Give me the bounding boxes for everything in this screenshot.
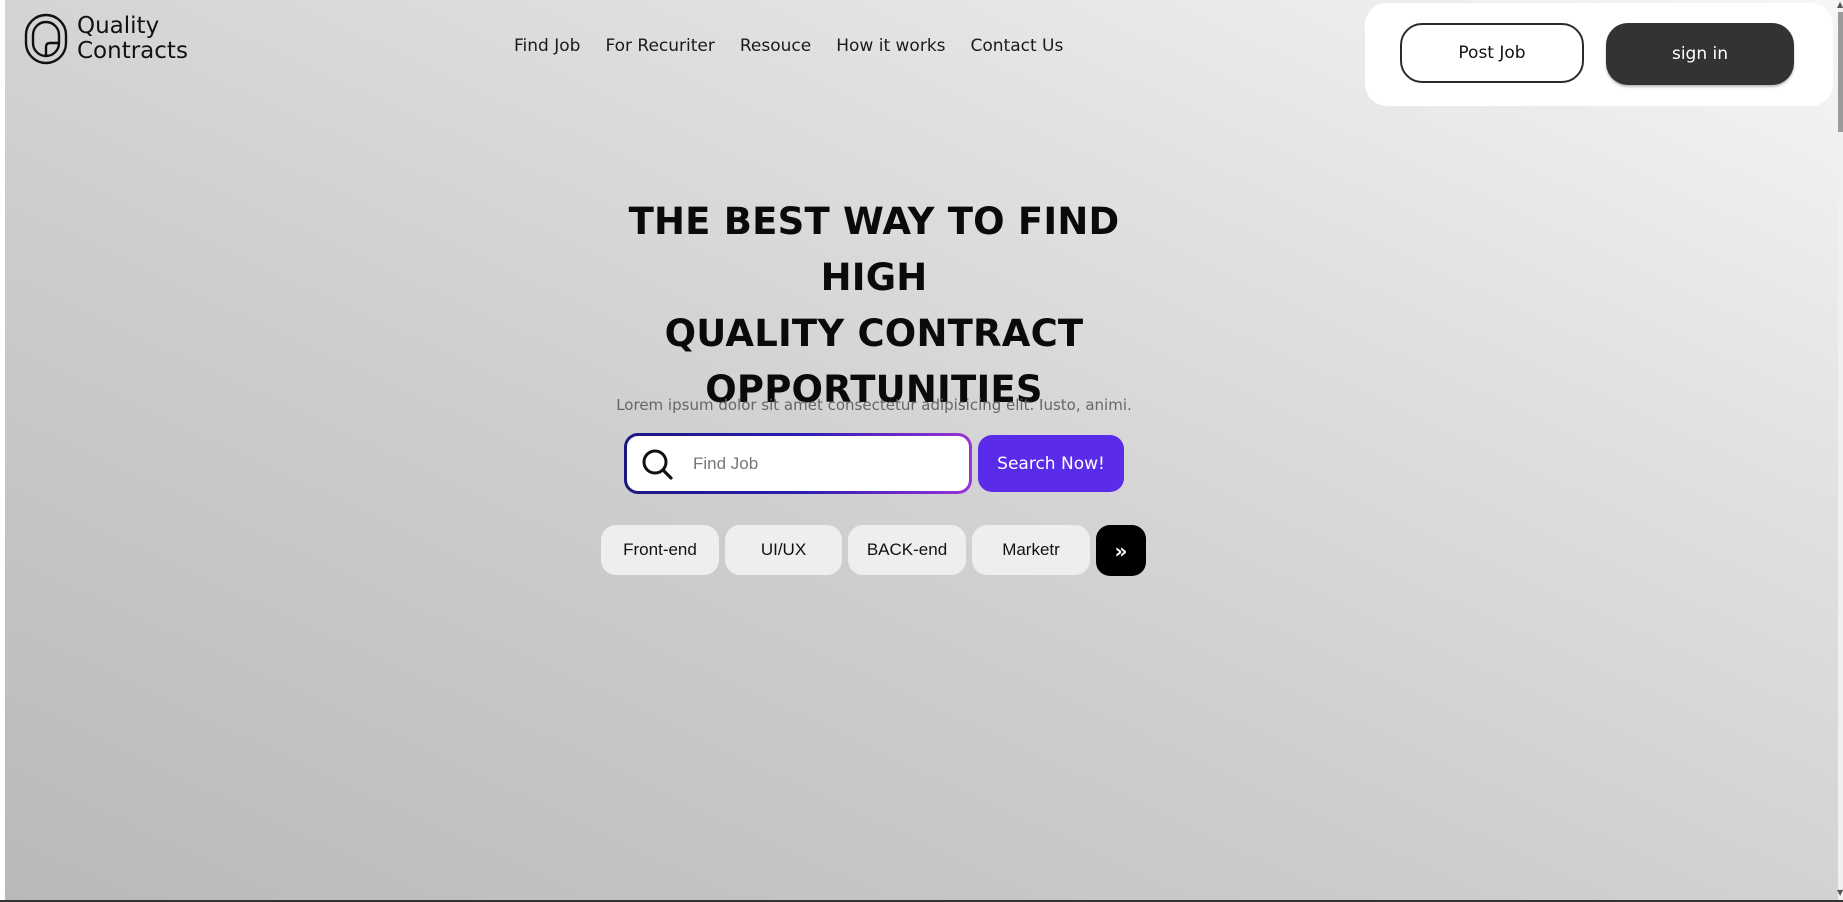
- search-inner: [627, 436, 969, 491]
- nav-link-resource[interactable]: Resouce: [740, 36, 811, 56]
- scrollbar-track[interactable]: [1838, 0, 1843, 900]
- sign-in-button[interactable]: sign in: [1606, 23, 1794, 85]
- auth-card: Post Job sign in: [1365, 3, 1833, 106]
- brand-logo[interactable]: Quality Contracts: [24, 13, 188, 65]
- hero-headline: THE BEST WAY TO FIND HIGH QUALITY CONTRA…: [574, 194, 1174, 418]
- page-edge: [0, 0, 5, 902]
- chip-back-end[interactable]: BACK-end: [848, 525, 966, 575]
- chip-front-end[interactable]: Front-end: [601, 525, 719, 575]
- search-box: [624, 433, 972, 494]
- post-job-button[interactable]: Post Job: [1400, 23, 1584, 83]
- more-categories-button[interactable]: »: [1096, 525, 1146, 576]
- brand-name: Quality Contracts: [77, 14, 188, 64]
- nav-link-find-job[interactable]: Find Job: [514, 36, 580, 56]
- nav-link-for-recruiter[interactable]: For Recuriter: [605, 36, 714, 56]
- hero-headline-line2: QUALITY CONTRACT: [664, 312, 1084, 355]
- page: Quality Contracts Find Job For Recuriter…: [0, 0, 1843, 902]
- chip-marketer[interactable]: Marketr: [972, 525, 1090, 575]
- nav-link-how-it-works[interactable]: How it works: [836, 36, 945, 56]
- logo-mark-icon: [24, 13, 68, 65]
- main-nav: Find Job For Recuriter Resouce How it wo…: [514, 36, 1088, 56]
- scroll-down-icon[interactable]: ▼: [1837, 888, 1843, 897]
- scroll-up-icon[interactable]: ▲: [1837, 0, 1843, 9]
- brand-name-line1: Quality: [77, 13, 160, 39]
- brand-name-line2: Contracts: [77, 38, 188, 64]
- hero-subtext: Lorem ipsum dolor sit amet consectetur a…: [616, 396, 1132, 414]
- nav-link-contact-us[interactable]: Contact Us: [971, 36, 1064, 56]
- search-input[interactable]: [691, 452, 935, 475]
- scrollbar-thumb[interactable]: [1838, 12, 1843, 132]
- double-chevron-right-icon: »: [1114, 538, 1128, 563]
- search-icon: [642, 449, 673, 480]
- category-chips: Front-end UI/UX BACK-end Marketr »: [601, 525, 1146, 576]
- chip-ui-ux[interactable]: UI/UX: [725, 525, 842, 575]
- hero-headline-line1: THE BEST WAY TO FIND HIGH: [628, 200, 1120, 299]
- search-now-button[interactable]: Search Now!: [978, 435, 1124, 492]
